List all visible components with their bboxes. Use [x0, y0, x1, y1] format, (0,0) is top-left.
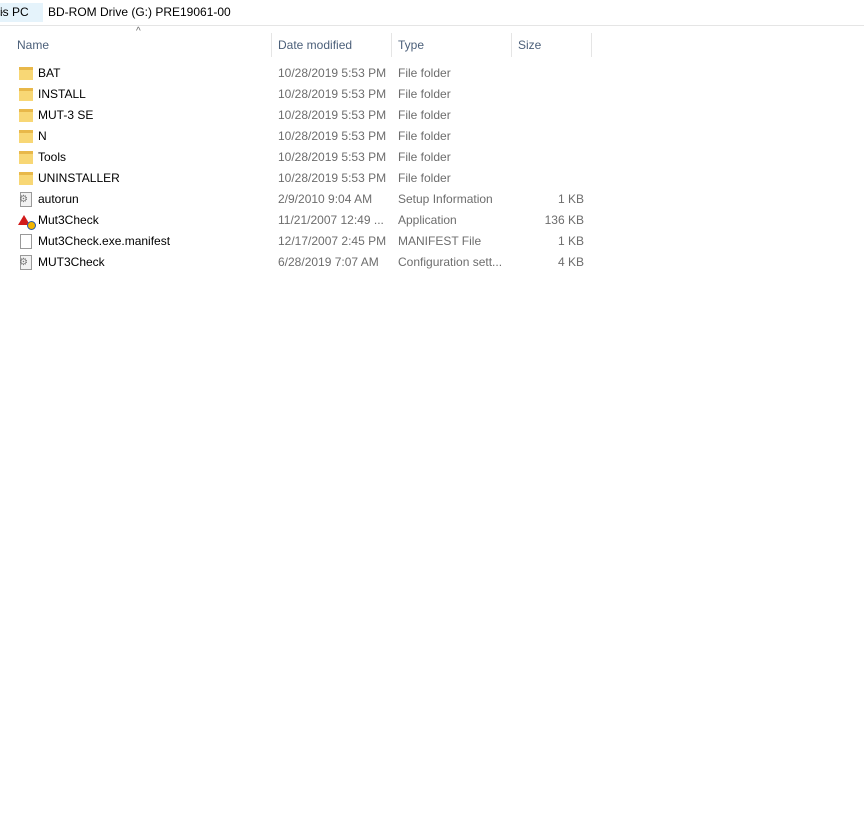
- file-date: 10/28/2019 5:53 PM: [278, 129, 387, 143]
- file-type: File folder: [398, 87, 451, 101]
- file-date: 12/17/2007 2:45 PM: [278, 234, 387, 248]
- file-icon: [20, 234, 32, 249]
- folder-icon: [19, 109, 33, 122]
- column-header-date[interactable]: Date modified: [278, 33, 352, 57]
- file-name: MUT3Check: [38, 255, 105, 269]
- file-date: 10/28/2019 5:53 PM: [278, 87, 387, 101]
- folder-icon: [19, 130, 33, 143]
- file-type: MANIFEST File: [398, 234, 482, 248]
- file-type: Configuration sett...: [398, 255, 503, 269]
- file-name: Mut3Check.exe.manifest: [38, 234, 171, 248]
- application-icon: [18, 213, 36, 230]
- breadcrumb-this-pc[interactable]: is PC ›: [0, 3, 43, 22]
- file-size: 1 KB: [557, 192, 584, 206]
- column-divider[interactable]: [271, 33, 272, 57]
- breadcrumb-current[interactable]: BD-ROM Drive (G:) PRE19061-00: [48, 3, 231, 22]
- file-type: File folder: [398, 150, 451, 164]
- column-header-size[interactable]: Size: [518, 33, 541, 57]
- folder-icon: [19, 67, 33, 80]
- file-type: File folder: [398, 108, 451, 122]
- chevron-right-icon[interactable]: ›: [0, 3, 3, 22]
- file-size: 136 KB: [544, 213, 584, 227]
- file-type: File folder: [398, 129, 451, 143]
- file-name: BAT: [38, 66, 61, 80]
- file-name: N: [38, 129, 47, 143]
- file-name: MUT-3 SE: [38, 108, 94, 122]
- column-divider[interactable]: [391, 33, 392, 57]
- folder-icon: [19, 172, 33, 185]
- sort-ascending-icon: ^: [136, 26, 141, 37]
- file-date: 6/28/2019 7:07 AM: [278, 255, 379, 269]
- file-name: Tools: [38, 150, 67, 164]
- file-date: 10/28/2019 5:53 PM: [278, 171, 387, 185]
- file-row[interactable]: UNINSTALLER 10/28/2019 5:53 PM File fold…: [0, 168, 600, 189]
- file-date: 10/28/2019 5:53 PM: [278, 108, 387, 122]
- file-row[interactable]: MUT-3 SE 10/28/2019 5:53 PM File folder: [0, 105, 600, 126]
- file-date: 10/28/2019 5:53 PM: [278, 150, 387, 164]
- file-row[interactable]: MUT3Check 6/28/2019 7:07 AM Configuratio…: [0, 252, 600, 273]
- file-type: Setup Information: [398, 192, 493, 206]
- folder-icon: [19, 151, 33, 164]
- file-row[interactable]: BAT 10/28/2019 5:53 PM File folder: [0, 63, 600, 84]
- file-row[interactable]: Tools 10/28/2019 5:53 PM File folder: [0, 147, 600, 168]
- file-type: Application: [398, 213, 457, 227]
- address-bar[interactable]: is PC › BD-ROM Drive (G:) PRE19061-00: [0, 0, 864, 26]
- file-date: 2/9/2010 9:04 AM: [278, 192, 373, 206]
- file-type: File folder: [398, 171, 451, 185]
- file-row[interactable]: autorun 2/9/2010 9:04 AM Setup Informati…: [0, 189, 600, 210]
- column-divider[interactable]: [511, 33, 512, 57]
- file-date: 11/21/2007 12:49 ...: [278, 213, 384, 227]
- file-name: UNINSTALLER: [38, 171, 120, 185]
- file-row[interactable]: N 10/28/2019 5:53 PM File folder: [0, 126, 600, 147]
- column-header-type[interactable]: Type: [398, 33, 424, 57]
- file-name: INSTALL: [38, 87, 86, 101]
- file-type: File folder: [398, 66, 451, 80]
- file-row[interactable]: INSTALL 10/28/2019 5:53 PM File folder: [0, 84, 600, 105]
- file-size: 4 KB: [557, 255, 584, 269]
- file-name: autorun: [38, 192, 79, 206]
- folder-icon: [19, 88, 33, 101]
- settings-file-icon: [19, 255, 32, 270]
- column-header-name[interactable]: Name: [17, 33, 49, 57]
- file-row[interactable]: Mut3Check.exe.manifest 12/17/2007 2:45 P…: [0, 231, 600, 252]
- column-divider[interactable]: [591, 33, 592, 57]
- file-row[interactable]: Mut3Check 11/21/2007 12:49 ... Applicati…: [0, 210, 600, 231]
- file-date: 10/28/2019 5:53 PM: [278, 66, 387, 80]
- file-name: Mut3Check: [38, 213, 99, 227]
- file-size: 1 KB: [557, 234, 584, 248]
- settings-file-icon: [19, 192, 32, 207]
